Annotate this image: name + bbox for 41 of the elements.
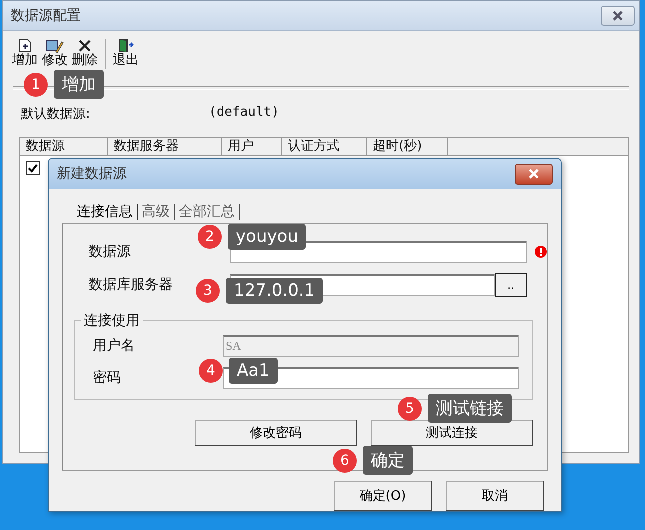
close-button[interactable] xyxy=(515,164,553,184)
annotation-label: 增加 xyxy=(54,70,104,99)
edit-icon xyxy=(46,39,64,53)
field-label: 密码 xyxy=(93,368,121,387)
annotation-label: 测试链接 xyxy=(428,394,512,423)
field-label: 数据源 xyxy=(89,243,131,262)
new-document-icon xyxy=(18,39,32,53)
action-button[interactable]: 修改密码 xyxy=(195,420,357,446)
default-source-value: (default) xyxy=(209,105,280,122)
column-header[interactable]: 数据源 xyxy=(20,138,108,155)
checkbox[interactable] xyxy=(26,161,40,175)
column-header[interactable]: 用户 xyxy=(222,138,282,155)
annotation-label: youyou xyxy=(228,224,306,250)
field-label: 用户名 xyxy=(93,336,135,355)
window-title: 数据源配置 xyxy=(11,6,81,24)
column-header[interactable]: 超时(秒) xyxy=(367,138,448,155)
default-source-label: 默认数据源: xyxy=(21,106,92,124)
close-button[interactable] xyxy=(601,6,635,26)
tab[interactable]: 连接信息 xyxy=(73,204,138,220)
group-title: 连接使用 xyxy=(83,312,141,330)
annotation-label: 127.0.0.1 xyxy=(226,278,324,304)
annotation-label: 确定 xyxy=(363,446,413,475)
tab[interactable]: 高级 xyxy=(138,204,175,220)
tab[interactable]: 全部汇总 xyxy=(175,204,240,220)
dialog-button[interactable]: 确定(O) xyxy=(334,481,432,511)
column-header[interactable]: 数据服务器 xyxy=(108,138,222,155)
column-header[interactable]: 认证方式 xyxy=(282,138,367,155)
delete-icon xyxy=(78,39,92,53)
field-label: 数据库服务器 xyxy=(89,276,173,294)
toolbar-button[interactable]: 修改 xyxy=(41,39,69,69)
annotation-label: Aa1 xyxy=(229,358,278,384)
toolbar-button[interactable]: 退出 xyxy=(112,38,140,69)
toolbar-button[interactable]: 删除 xyxy=(71,39,99,69)
close-icon xyxy=(528,169,540,179)
door-icon xyxy=(118,38,134,53)
dialog-title: 新建数据源 xyxy=(57,165,127,183)
browse-button[interactable]: .. xyxy=(495,273,527,298)
toolbar-button[interactable]: 增加 xyxy=(11,39,39,69)
action-button[interactable]: 测试连接 xyxy=(371,420,533,446)
dialog-button[interactable]: 取消 xyxy=(446,481,544,511)
close-icon xyxy=(612,10,624,20)
